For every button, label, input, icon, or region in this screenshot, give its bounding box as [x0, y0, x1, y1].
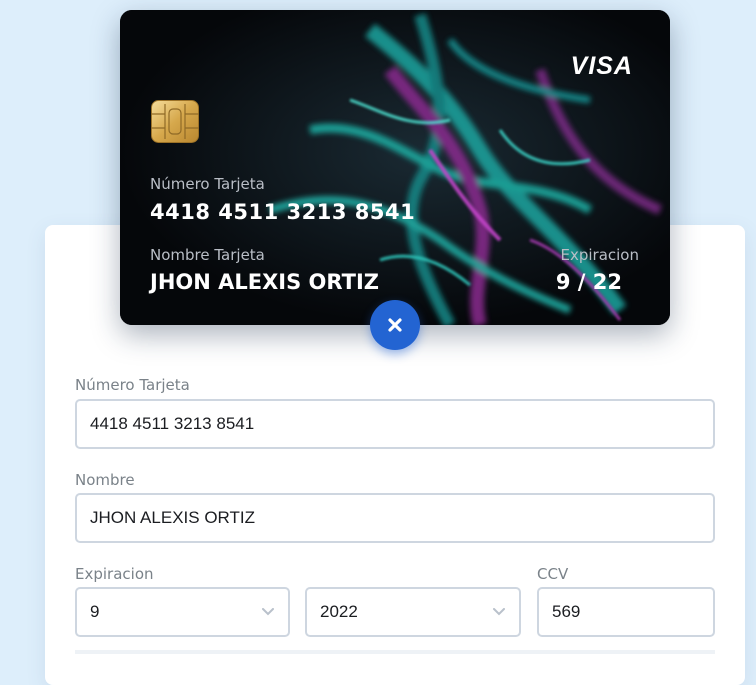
card-holder-display: JHON ALEXIS ORTIZ: [150, 270, 379, 294]
card-number-label: Número Tarjeta: [150, 175, 265, 193]
ccv-input-value: 569: [552, 602, 581, 621]
card-holder-label: Nombre Tarjeta: [150, 246, 265, 264]
close-icon: [388, 318, 402, 332]
name-field-label: Nombre: [75, 471, 135, 489]
card-expiry-label: Expiracion: [560, 246, 639, 264]
card-number-display: 4418 4511 3213 8541: [150, 200, 416, 224]
ccv-input[interactable]: 569: [537, 587, 715, 637]
chip-icon: [151, 100, 199, 143]
chevron-down-icon: [493, 608, 505, 616]
expiry-month-value: 9: [90, 602, 100, 621]
name-input[interactable]: JHON ALEXIS ORTIZ: [75, 493, 715, 543]
expiry-year-value: 2022: [320, 602, 358, 621]
chevron-down-icon: [262, 608, 274, 616]
expiry-year-select[interactable]: 2022: [305, 587, 521, 637]
close-button[interactable]: [370, 300, 420, 350]
ccv-field-label: CCV: [537, 565, 569, 583]
name-input-value: JHON ALEXIS ORTIZ: [90, 508, 256, 527]
card-number-input[interactable]: 4418 4511 3213 8541: [75, 399, 715, 449]
card-number-input-value: 4418 4511 3213 8541: [90, 414, 255, 433]
card-expiry-display: 9 / 22: [555, 270, 622, 294]
visa-logo: VISA: [570, 52, 633, 80]
card-number-field-label: Número Tarjeta: [75, 376, 190, 394]
expiry-month-select[interactable]: 9: [75, 587, 290, 637]
submit-area-edge: [75, 650, 715, 654]
expiry-field-label: Expiracion: [75, 565, 154, 583]
credit-card-preview[interactable]: VISA Número Tarjeta 4418 4511 3213 8541 …: [120, 10, 670, 325]
